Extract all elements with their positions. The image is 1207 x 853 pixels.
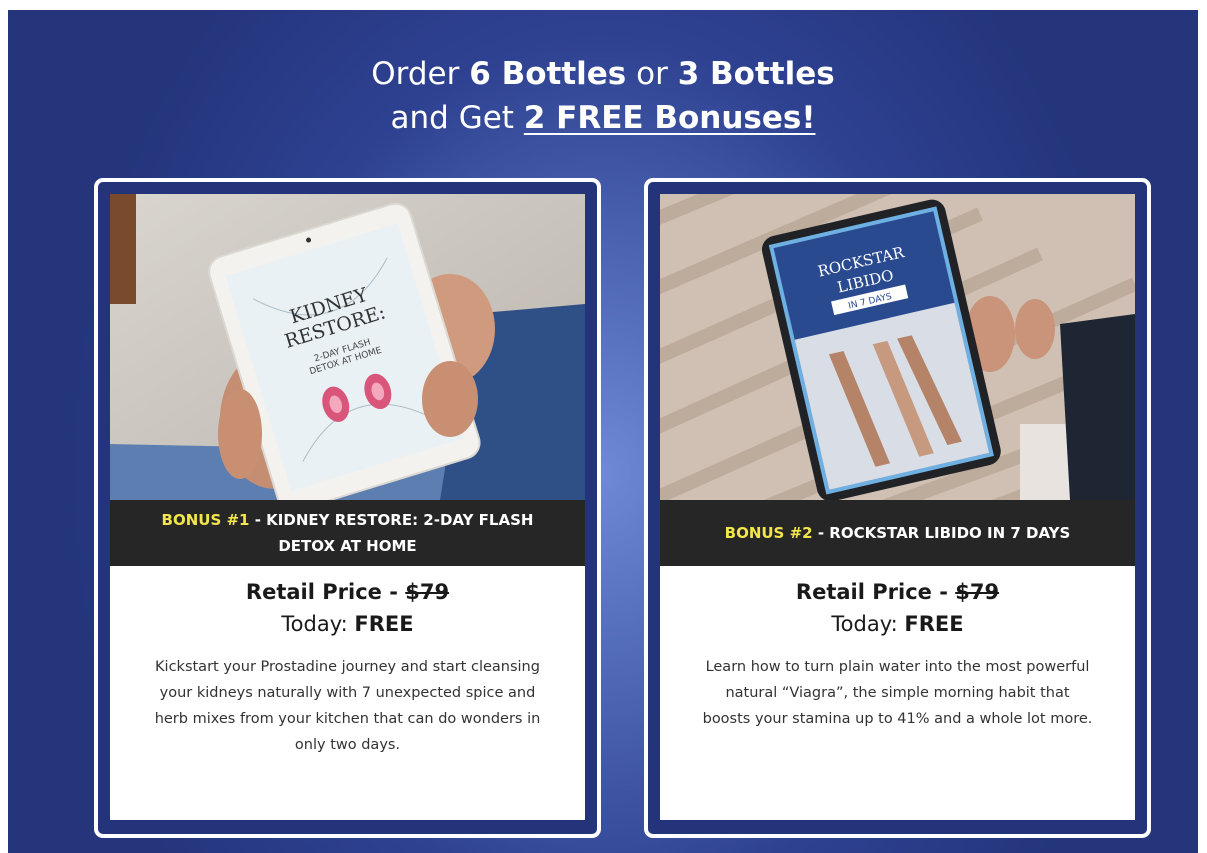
headline: Order 6 Bottles or 3 Bottles and Get 2 F…: [8, 52, 1198, 140]
bonus-description: Learn how to turn plain water into the m…: [702, 659, 1093, 727]
bonus-title: - KIDNEY RESTORE: 2-DAY FLASH DETOX AT H…: [249, 511, 534, 555]
bonus-section: Order 6 Bottles or 3 Bottles and Get 2 F…: [8, 10, 1198, 853]
rockstar-libido-tablet-photo: ROCKSTAR LIBIDO IN 7 DAYS: [660, 194, 1135, 500]
today-price: Today: FREE: [281, 612, 414, 636]
headline-line-2: and Get 2 FREE Bonuses!: [390, 100, 816, 136]
bonus-card-inner: ROCKSTAR LIBIDO IN 7 DAYS BONUS #2 - ROC…: [660, 194, 1135, 820]
bonus-card-inner: KIDNEY RESTORE: 2-DAY FLASH DETOX AT HOM…: [110, 194, 585, 820]
bonus-banner: BONUS #2 - ROCKSTAR LIBIDO IN 7 DAYS: [660, 500, 1135, 566]
bonus-tag: BONUS #1: [161, 511, 250, 529]
today-price-value: FREE: [354, 612, 414, 636]
bonus-title: - ROCKSTAR LIBIDO IN 7 DAYS: [812, 524, 1071, 542]
bonus-tag: BONUS #2: [724, 524, 813, 542]
headline-line-1: Order 6 Bottles or 3 Bottles: [371, 56, 835, 92]
today-price: Today: FREE: [831, 612, 964, 636]
today-price-value: FREE: [904, 612, 964, 636]
bonus-card-1: KIDNEY RESTORE: 2-DAY FLASH DETOX AT HOM…: [94, 178, 601, 838]
kidney-restore-tablet-photo: KIDNEY RESTORE: 2-DAY FLASH DETOX AT HOM…: [110, 194, 585, 500]
bonus-description: Kickstart your Prostadine journey and st…: [154, 659, 541, 753]
retail-price: Retail Price - $79: [795, 580, 1000, 604]
bonus-card-2: ROCKSTAR LIBIDO IN 7 DAYS BONUS #2 - ROC…: [644, 178, 1151, 838]
retail-price: Retail Price - $79: [245, 580, 450, 604]
free-bonuses-link[interactable]: 2 FREE Bonuses!: [524, 100, 816, 136]
retail-price-value: $79: [955, 580, 1000, 604]
retail-price-value: $79: [405, 580, 450, 604]
bonus-banner: BONUS #1 - KIDNEY RESTORE: 2-DAY FLASH D…: [110, 500, 585, 566]
